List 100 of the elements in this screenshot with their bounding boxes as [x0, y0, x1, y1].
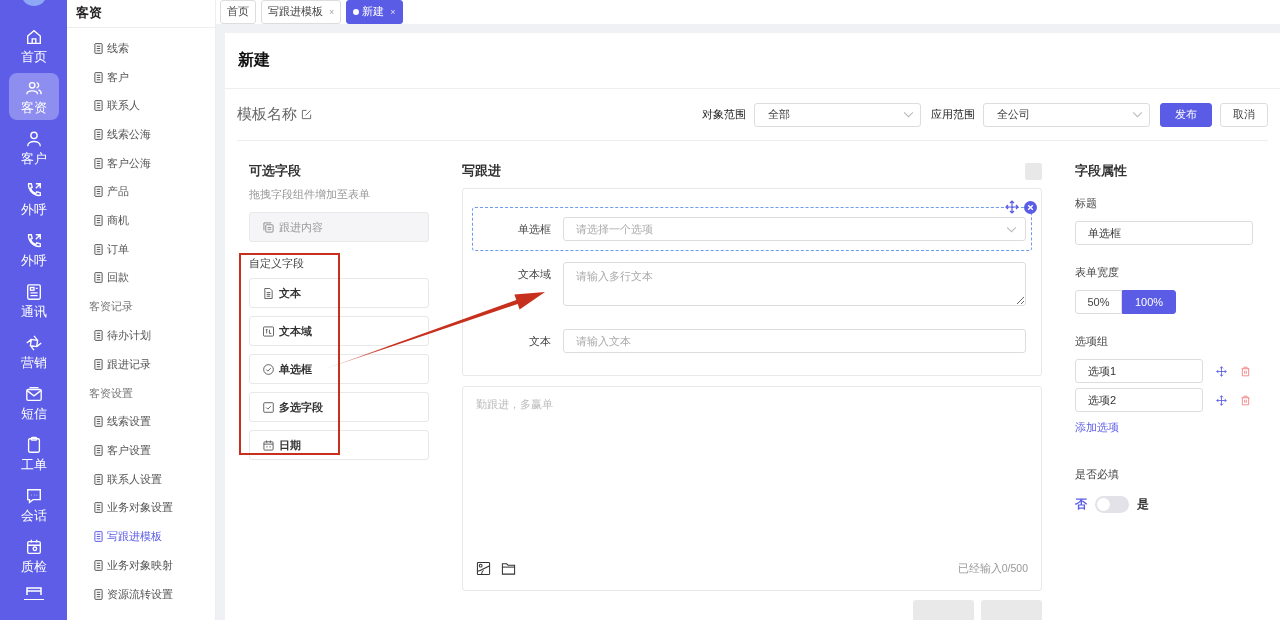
document-icon — [94, 531, 103, 543]
editor-placeholder: 勤跟进，多赢单 — [476, 397, 554, 412]
document-icon — [94, 588, 103, 600]
rail-icon[interactable] — [23, 585, 44, 600]
document-icon — [94, 157, 103, 169]
tab-close-button[interactable]: × — [390, 7, 396, 17]
sidebar-item[interactable]: 产品 — [67, 177, 215, 207]
rail-item[interactable]: 客户 — [8, 124, 59, 171]
checkbox-icon — [263, 401, 274, 413]
field-palette-item[interactable]: 文本 — [249, 278, 429, 308]
sidebar-item[interactable]: 待办计划 — [67, 321, 215, 350]
field-palette-item[interactable]: 单选框 — [249, 354, 429, 384]
required-switch[interactable] — [1095, 496, 1129, 513]
sidebar-item[interactable]: 线索公海 — [67, 120, 215, 149]
chevron-icon — [1132, 111, 1143, 118]
section-title: 字段属性 — [1075, 163, 1128, 180]
move-icon[interactable] — [1005, 200, 1019, 214]
option-input[interactable]: 选项1 — [1075, 359, 1203, 383]
mail-icon — [24, 384, 43, 403]
document-icon — [94, 502, 103, 514]
move-icon[interactable] — [1216, 365, 1227, 377]
document-icon — [94, 186, 103, 198]
field-palette-item[interactable]: 多选字段 — [249, 392, 429, 422]
textarea-field[interactable]: 请输入多行文本 — [563, 262, 1026, 306]
publish-button[interactable]: 发布 — [1160, 102, 1212, 127]
add-option-link[interactable]: 添加选项 — [1075, 420, 1119, 435]
rail-item[interactable]: 首页 — [8, 22, 59, 69]
object-scope-label: 对象范围 — [702, 107, 746, 122]
text-input[interactable]: 请输入文本 — [563, 329, 1026, 353]
document-icon — [94, 330, 103, 342]
option-input[interactable]: 选项2 — [1075, 388, 1203, 412]
character-counter: 已经输入0/500 — [957, 561, 1028, 576]
document-icon — [94, 214, 103, 226]
property-label: 选项组 — [1075, 334, 1109, 349]
field-label: 文本域 — [517, 267, 552, 282]
edit-icon[interactable] — [301, 109, 312, 120]
sidebar-group-title: 客资记录 — [88, 299, 134, 315]
sidebar-item[interactable]: 商机 — [67, 206, 215, 235]
sidebar-item[interactable]: 跟进记录 — [67, 349, 215, 379]
sidebar-item[interactable]: 业务对象设置 — [67, 493, 215, 523]
sidebar-item[interactable]: 线索设置 — [67, 407, 215, 437]
rail-item[interactable]: 工单 — [8, 430, 59, 477]
hint-text: 拖拽字段组件增加至表单 — [249, 188, 371, 202]
rail-item[interactable]: 外呼 — [8, 226, 59, 273]
document-icon — [94, 128, 103, 140]
section-title: 写跟进 — [462, 162, 501, 180]
template-name[interactable]: 模板名称 — [237, 105, 297, 124]
sidebar-group-title: 客资设置 — [88, 385, 134, 401]
rail-item[interactable]: 营销 — [8, 328, 59, 375]
page-tab[interactable]: 新建 × — [346, 0, 403, 24]
move-icon[interactable] — [1216, 394, 1227, 406]
chat-icon — [24, 486, 43, 505]
folder-icon[interactable] — [501, 561, 516, 576]
sidebar-item[interactable]: 写跟进模板 — [67, 522, 215, 551]
sidebar-item[interactable]: 客户公海 — [67, 148, 215, 178]
sidebar-item[interactable]: 线索 — [67, 34, 215, 63]
document-icon — [94, 473, 103, 485]
sidebar-item[interactable]: 联系人设置 — [67, 464, 215, 494]
toggle-on-label: 是 — [1137, 496, 1149, 513]
sidebar-item[interactable]: 业务对象映射 — [67, 551, 215, 580]
section-title: 可选字段 — [249, 163, 302, 180]
custom-fields-title: 自定义字段 — [249, 256, 305, 271]
sidebar-item[interactable]: 资源流转设置 — [67, 579, 215, 609]
sidebar-item[interactable]: 客户 — [67, 62, 215, 92]
phonebook-icon — [24, 282, 43, 301]
sidebar-item[interactable]: 订单 — [67, 234, 215, 264]
page-tab[interactable]: 首页 — [220, 0, 256, 24]
object-scope-select[interactable]: 全部 — [754, 102, 921, 127]
document-icon — [94, 358, 103, 370]
field-label: 单选框 — [517, 222, 552, 237]
sidebar-item[interactable]: 客户设置 — [67, 436, 215, 465]
person-icon — [24, 129, 43, 148]
circle-check-icon — [263, 363, 274, 375]
chevron-icon — [903, 111, 914, 118]
document-icon — [94, 100, 103, 112]
title-input[interactable]: 单选框 — [1075, 221, 1253, 245]
property-label: 是否必填 — [1075, 467, 1120, 482]
cancel-button[interactable]: 取消 — [1220, 102, 1268, 127]
apply-scope-select[interactable]: 全公司 — [983, 102, 1150, 127]
fixed-field-item: 跟进内容 — [249, 212, 429, 242]
page-tab[interactable]: 写跟进模板 × — [261, 0, 342, 24]
rail-item[interactable]: 通讯 — [8, 277, 59, 324]
rail-item[interactable]: 外呼 — [8, 175, 59, 222]
width-option[interactable]: 100% — [1122, 290, 1176, 314]
document-icon — [94, 243, 103, 255]
property-label: 标题 — [1075, 196, 1098, 211]
sidebar-item[interactable]: 回款 — [67, 263, 215, 293]
aperture-icon — [24, 333, 43, 352]
rail-item[interactable]: 短信 — [8, 379, 59, 426]
apply-scope-label: 应用范围 — [931, 107, 975, 122]
rail-item[interactable]: 质检 — [8, 532, 59, 579]
width-option[interactable]: 50% — [1075, 290, 1122, 314]
rail-item[interactable]: 会话 — [8, 481, 59, 528]
field-palette-item[interactable]: 文本域 — [249, 316, 429, 346]
sidebar-item[interactable]: 联系人 — [67, 91, 215, 121]
selected-form-row[interactable]: 单选框 请选择一个选项 — [472, 207, 1032, 251]
property-label: 表单宽度 — [1075, 265, 1120, 280]
field-palette-item[interactable]: 日期 — [249, 430, 429, 460]
image-icon[interactable] — [476, 561, 491, 576]
close-icon[interactable] — [1024, 201, 1037, 214]
